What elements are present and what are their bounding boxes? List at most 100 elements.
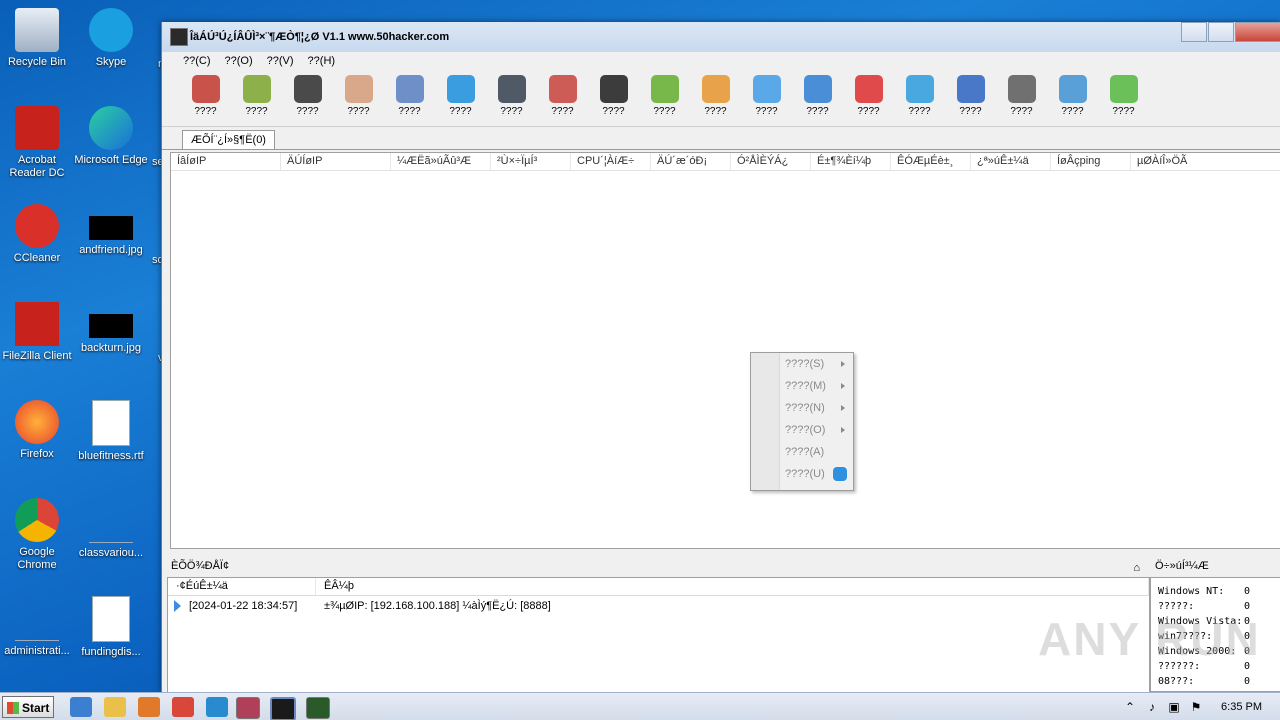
toolbar-button[interactable]: ????	[996, 70, 1047, 126]
show-hidden-icons-icon[interactable]: ⌃	[1123, 700, 1137, 714]
grid-column-header[interactable]: ÍâÍøIP	[171, 153, 281, 170]
grid-column-header[interactable]: ÄÚÍøIP	[281, 153, 391, 170]
toolbar-tool-icon	[293, 75, 322, 103]
toolbar-button-label: ????	[449, 106, 472, 117]
desktop-icon-label: FileZilla Client	[2, 350, 72, 362]
menu-item[interactable]: ??(C)	[176, 52, 218, 70]
desktop-icon[interactable]: andfriend.jpg	[74, 204, 148, 257]
grid-column-header[interactable]: ¿ª»úÊ±¼ä	[971, 153, 1051, 170]
toolbar-tool-icon	[446, 75, 475, 103]
grid-column-header[interactable]: ÄÚ´æ´óÐ¡	[651, 153, 731, 170]
desktop-icon[interactable]: administrati...	[0, 596, 74, 658]
context-menu-item[interactable]: ????(S)	[751, 353, 853, 375]
desktop-icon[interactable]: CCleaner	[0, 204, 74, 265]
toolbar-button[interactable]: ????	[639, 70, 690, 126]
remote-control-window: ÎäÁÚ³Ú¿ÍÂÛÌ³×¨¶ÆÒ¶¦¿Ø V1.1 www.50hacker.…	[161, 22, 1280, 694]
edge-taskbar-icon[interactable]	[206, 697, 228, 717]
network-icon[interactable]: ▣	[1167, 700, 1181, 714]
log-row[interactable]: [2024-01-22 18:34:57] ±¾µØIP: [192.168.10…	[168, 596, 1149, 616]
toolbar-button[interactable]: ????	[435, 70, 486, 126]
context-menu-label: ????(N)	[785, 402, 825, 414]
desktop-icon[interactable]: bluefitness.rtf	[74, 400, 148, 463]
context-menu-item[interactable]: ????(A)	[751, 441, 853, 463]
explorer-icon[interactable]	[104, 697, 126, 717]
grid-column-header[interactable]: µØÀíÎ»ÖÃ	[1131, 153, 1280, 170]
toolbar-button-label: ????	[602, 106, 625, 117]
action-center-flag-icon[interactable]: ⚑	[1189, 700, 1203, 714]
toolbar-button[interactable]: ????	[1047, 70, 1098, 126]
desktop-icon[interactable]: Skype	[74, 8, 148, 69]
toolbar-button[interactable]: ????	[792, 70, 843, 126]
desktop-icon[interactable]: Acrobat Reader DC	[0, 106, 74, 180]
log-col-time[interactable]: ·¢ÉúÊ±¼ä	[168, 578, 316, 595]
grid-column-header[interactable]: ¼ÆËã»úÃû³Æ	[391, 153, 491, 170]
volume-icon[interactable]: ♪	[1145, 700, 1159, 714]
toolbar-tool-icon	[242, 75, 271, 103]
grid-column-header[interactable]: ÍøÂçping	[1051, 153, 1131, 170]
maximize-button[interactable]	[1208, 22, 1234, 42]
toolbar-tool-icon	[752, 75, 781, 103]
minimize-button[interactable]	[1181, 22, 1207, 42]
desktop-icon[interactable]: Firefox	[0, 400, 74, 461]
toolbar-button[interactable]: ????	[537, 70, 588, 126]
media-player-icon[interactable]	[138, 697, 160, 717]
desktop-icon[interactable]: backturn.jpg	[74, 302, 148, 355]
tab-clients[interactable]: ÆÕÍ¨¿Í»§¶Ë(0)	[182, 130, 275, 149]
desktop-icon[interactable]: Recycle Bin	[0, 8, 74, 69]
toolbar-button[interactable]: ????	[180, 70, 231, 126]
grid-column-header[interactable]: ²Ù×÷ÏµÍ³	[491, 153, 571, 170]
toolbar-button[interactable]: ????	[333, 70, 384, 126]
filezilla-icon	[15, 302, 59, 346]
context-menu-item[interactable]: ????(U)	[751, 463, 853, 485]
toolbar-tool-icon	[395, 75, 424, 103]
desktop-icon-label: bluefitness.rtf	[78, 450, 144, 462]
title-bar[interactable]: ÎäÁÚ³Ú¿ÍÂÛÌ³×¨¶ÆÒ¶¦¿Ø V1.1 www.50hacker.…	[162, 22, 1280, 52]
stat-label: Windows NT:	[1158, 586, 1225, 597]
clock[interactable]: 6:35 PM	[1221, 701, 1262, 713]
grid-column-header[interactable]: É±¶¾Èí¼þ	[811, 153, 891, 170]
toolbar-tool-icon	[701, 75, 730, 103]
log-col-event[interactable]: ÊÂ¼þ	[316, 578, 1149, 595]
close-button[interactable]	[1235, 22, 1280, 42]
toolbar-button-label: ????	[959, 106, 982, 117]
toolbar-button[interactable]: ????	[741, 70, 792, 126]
toolbar-button[interactable]: ????	[843, 70, 894, 126]
desktop-icon[interactable]: fundingdis...	[74, 596, 148, 659]
toolbar-button[interactable]: ????	[384, 70, 435, 126]
log-table[interactable]: ·¢ÉúÊ±¼ä ÊÂ¼þ [2024-01-22 18:34:57] ±¾µØI…	[167, 577, 1150, 694]
chrome-taskbar-icon[interactable]	[172, 697, 194, 717]
remote-control-taskbar-icon[interactable]	[270, 697, 296, 720]
desktop-icon[interactable]: FileZilla Client	[0, 302, 74, 363]
expand-arrow-icon[interactable]	[174, 600, 181, 612]
context-menu-item[interactable]: ????(N)	[751, 397, 853, 419]
grid-column-header[interactable]: ÊÓÆµÉè±¸	[891, 153, 971, 170]
menu-item[interactable]: ??(H)	[301, 52, 343, 70]
desktop-icon[interactable]: Microsoft Edge	[74, 106, 148, 167]
context-menu-item[interactable]: ????(M)	[751, 375, 853, 397]
toolbar-tool-icon	[1109, 75, 1138, 103]
menu-item[interactable]: ??(V)	[260, 52, 301, 70]
desktop-icon[interactable]: Google Chrome	[0, 498, 74, 572]
toolbar-button[interactable]: ????	[690, 70, 741, 126]
toolbar-button[interactable]: ????	[282, 70, 333, 126]
desktop-icon[interactable]: classvariou...	[74, 498, 148, 560]
toolbar-button[interactable]: ????	[588, 70, 639, 126]
word-doc-icon	[92, 400, 130, 446]
menu-item[interactable]: ??(O)	[218, 52, 260, 70]
winrar-taskbar-icon[interactable]	[236, 697, 260, 719]
pin-icon[interactable]: ⌂	[1133, 559, 1140, 578]
ie-icon[interactable]	[70, 697, 92, 717]
toolbar-button[interactable]: ????	[231, 70, 282, 126]
console-taskbar-icon[interactable]	[306, 697, 330, 719]
toolbar-button[interactable]: ????	[894, 70, 945, 126]
grid-column-header[interactable]: Ó²ÅÌÈÝÁ¿	[731, 153, 811, 170]
edge-icon	[89, 106, 133, 150]
start-button[interactable]: Start	[2, 696, 54, 718]
grid-column-header[interactable]: CPU´¦ÀíÆ÷	[571, 153, 651, 170]
toolbar-button[interactable]: ????	[1098, 70, 1149, 126]
context-menu-item[interactable]: ????(O)	[751, 419, 853, 441]
toolbar-button[interactable]: ????	[486, 70, 537, 126]
toolbar-button[interactable]: ????	[945, 70, 996, 126]
client-grid[interactable]: ÍâÍøIP ÄÚÍøIP ¼ÆËã»úÃû³Æ ²Ù×÷ÏµÍ³ CPU´¦ÀíÆ÷ Ä…	[170, 152, 1280, 549]
log-event: ±¾µØIP: [192.168.100.188] ¼àÌý¶Ë¿Ú: [888…	[324, 600, 551, 612]
